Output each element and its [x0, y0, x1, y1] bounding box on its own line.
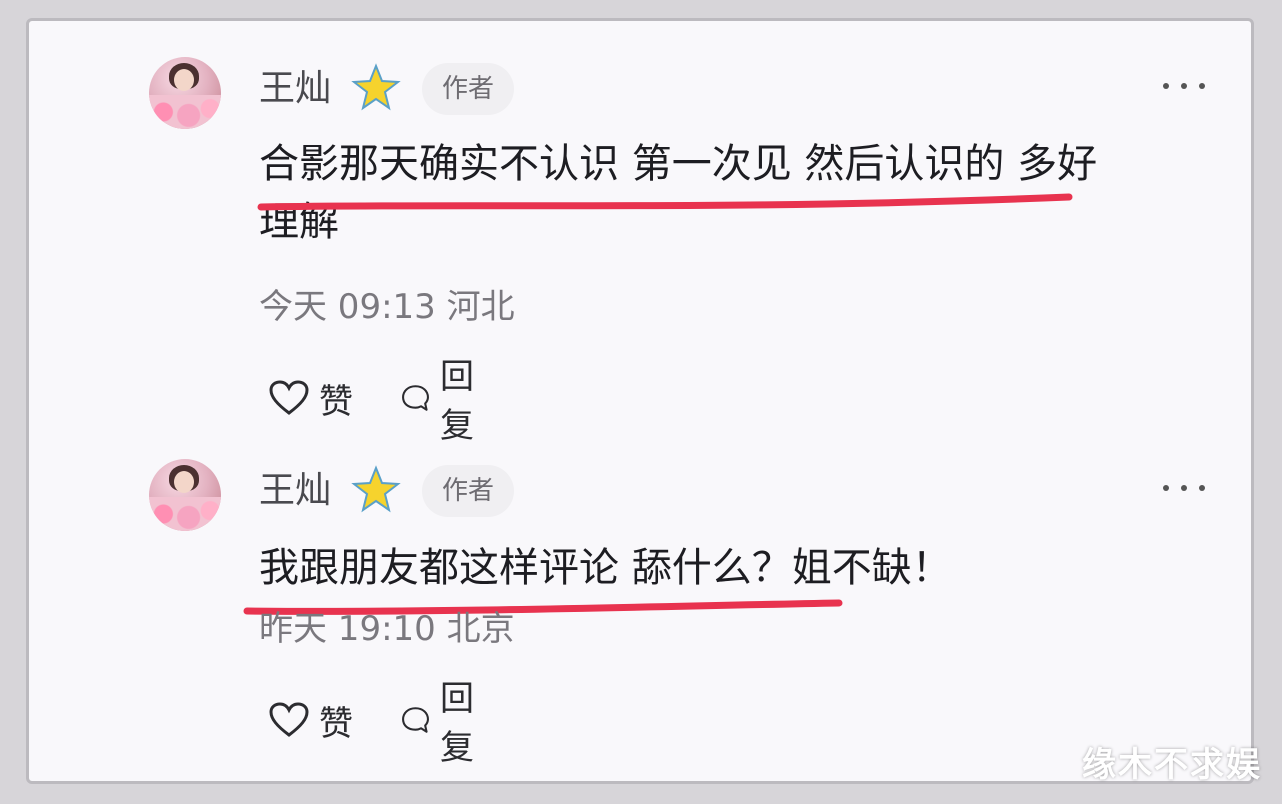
- comment-panel: 王灿 作者 合影那天确实不认识 第一次见 然后认识的 多好 理解 今天 09:1…: [26, 18, 1254, 784]
- watermark: 缘木不求娱: [1082, 745, 1262, 785]
- like-button[interactable]: 赞: [269, 695, 353, 745]
- reply-label: 回复: [440, 679, 475, 768]
- heart-icon: [269, 380, 309, 415]
- comment-text: 我跟朋友都这样评论 舔什么？姐不缺！: [259, 545, 952, 591]
- more-icon[interactable]: [1161, 481, 1207, 495]
- comment-text-line: 合影那天确实不认识 第一次见 然后认识的 多好: [259, 141, 1098, 187]
- more-icon[interactable]: [1161, 79, 1207, 93]
- like-button[interactable]: 赞: [269, 373, 353, 423]
- reply-label: 回复: [440, 357, 475, 446]
- star-icon: [351, 465, 401, 513]
- heart-icon: [269, 702, 309, 737]
- author-name[interactable]: 王灿: [259, 467, 331, 515]
- author-badge: 作者: [422, 465, 515, 517]
- speech-bubble-icon: [402, 385, 429, 411]
- like-label: 赞: [319, 703, 353, 744]
- reply-button[interactable]: 回复: [401, 679, 487, 768]
- avatar[interactable]: [149, 57, 221, 129]
- comment-text-line: 理解: [259, 199, 339, 245]
- comment-meta: 今天 09:13 河北: [259, 287, 515, 327]
- comment-meta: 昨天 19:10 北京: [259, 609, 515, 649]
- reply-button[interactable]: 回复: [401, 357, 487, 446]
- author-name[interactable]: 王灿: [259, 65, 331, 113]
- star-icon: [351, 63, 401, 111]
- avatar[interactable]: [149, 459, 221, 531]
- speech-bubble-icon: [402, 707, 429, 733]
- author-badge: 作者: [422, 63, 515, 115]
- like-label: 赞: [319, 381, 353, 422]
- comment-text: 合影那天确实不认识 第一次见 然后认识的 多好 理解: [259, 135, 1219, 251]
